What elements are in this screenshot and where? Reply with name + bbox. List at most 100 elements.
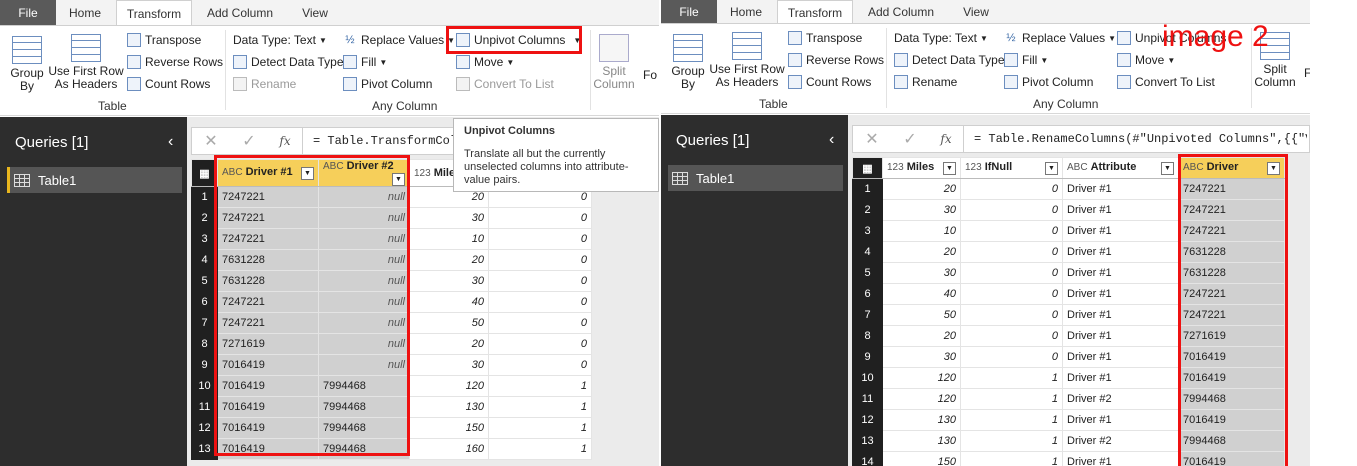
transpose-button[interactable]: Transpose bbox=[127, 33, 201, 47]
detect-data-type-button[interactable]: Detect Data Type bbox=[233, 55, 344, 69]
rename-button[interactable]: Rename bbox=[894, 75, 957, 89]
pivot-column-button[interactable]: Pivot Column bbox=[1004, 75, 1093, 89]
fill-button[interactable]: Fill ▼ bbox=[343, 55, 387, 69]
table-cell[interactable]: Driver #1 bbox=[1062, 325, 1179, 347]
transpose-button[interactable]: Transpose bbox=[788, 31, 862, 45]
table-cell[interactable]: 20 bbox=[882, 241, 961, 263]
query-item-table1[interactable]: Table1 bbox=[7, 167, 182, 193]
table-cell[interactable]: 150 bbox=[882, 451, 961, 466]
table-cell[interactable]: 1 bbox=[960, 430, 1063, 452]
filter-dropdown-icon[interactable]: ▼ bbox=[943, 162, 956, 175]
table-cell[interactable]: 40 bbox=[409, 291, 489, 313]
table-cell[interactable]: 30 bbox=[409, 354, 489, 376]
table-cell[interactable]: Driver #1 bbox=[1062, 178, 1179, 200]
pivot-column-button[interactable]: Pivot Column bbox=[343, 77, 432, 91]
table-cell[interactable]: 30 bbox=[409, 270, 489, 292]
split-column-button[interactable]: Split Column bbox=[592, 34, 636, 91]
reverse-rows-button[interactable]: Reverse Rows bbox=[788, 53, 884, 67]
table-cell[interactable]: 0 bbox=[960, 346, 1063, 368]
table-cell[interactable]: Driver #1 bbox=[1062, 409, 1179, 431]
table-cell[interactable]: 0 bbox=[960, 241, 1063, 263]
table-cell[interactable]: 0 bbox=[488, 333, 592, 355]
table-cell[interactable]: Driver #1 bbox=[1062, 199, 1179, 221]
table-cell[interactable]: 20 bbox=[882, 178, 961, 200]
table-cell[interactable]: Driver #1 bbox=[1062, 241, 1179, 263]
count-rows-button[interactable]: Count Rows bbox=[788, 75, 871, 89]
query-item-table1[interactable]: Table1 bbox=[668, 165, 843, 191]
file-menu[interactable]: File bbox=[0, 0, 56, 25]
table-menu-icon[interactable]: ▦ bbox=[852, 157, 883, 179]
table-cell[interactable]: 0 bbox=[488, 249, 592, 271]
table-cell[interactable]: 0 bbox=[488, 270, 592, 292]
table-cell[interactable]: 1 bbox=[488, 438, 592, 460]
format-button[interactable]: F bbox=[1304, 66, 1310, 80]
tab-transform[interactable]: Transform bbox=[777, 0, 853, 24]
filter-dropdown-icon[interactable]: ▼ bbox=[1161, 162, 1174, 175]
group-by-button[interactable]: Group By bbox=[667, 34, 709, 91]
table-cell[interactable]: 30 bbox=[882, 346, 961, 368]
confirm-icon[interactable]: ✓ bbox=[891, 129, 929, 149]
tab-transform[interactable]: Transform bbox=[116, 0, 192, 26]
detect-data-type-button[interactable]: Detect Data Type bbox=[894, 53, 1005, 67]
table-cell[interactable]: Driver #2 bbox=[1062, 388, 1179, 410]
table-cell[interactable]: 1 bbox=[488, 375, 592, 397]
replace-values-button[interactable]: ½ Replace Values ▼ bbox=[343, 33, 455, 47]
table-cell[interactable]: 20 bbox=[409, 333, 489, 355]
column-header[interactable]: 123 Miles ▼ bbox=[882, 157, 961, 179]
tab-add-column[interactable]: Add Column bbox=[857, 0, 945, 23]
table-cell[interactable]: 0 bbox=[488, 354, 592, 376]
cancel-icon[interactable]: ✕ bbox=[853, 129, 891, 149]
table-cell[interactable]: Driver #1 bbox=[1062, 367, 1179, 389]
tab-home[interactable]: Home bbox=[719, 0, 773, 23]
table-cell[interactable]: Driver #1 bbox=[1062, 220, 1179, 242]
table-cell[interactable]: Driver #1 bbox=[1062, 451, 1179, 466]
table-cell[interactable]: 120 bbox=[882, 367, 961, 389]
table-cell[interactable]: 0 bbox=[960, 178, 1063, 200]
table-cell[interactable]: 1 bbox=[488, 417, 592, 439]
fill-button[interactable]: Fill ▼ bbox=[1004, 53, 1048, 67]
count-rows-button[interactable]: Count Rows bbox=[127, 77, 210, 91]
table-cell[interactable]: 10 bbox=[409, 228, 489, 250]
table-cell[interactable]: 1 bbox=[960, 409, 1063, 431]
tab-view[interactable]: View bbox=[951, 0, 1001, 23]
table-cell[interactable]: 40 bbox=[882, 283, 961, 305]
data-type-dropdown[interactable]: Data Type: Text ▼ bbox=[233, 33, 327, 47]
table-cell[interactable]: 0 bbox=[960, 262, 1063, 284]
tab-home[interactable]: Home bbox=[58, 0, 112, 25]
use-first-row-button[interactable]: Use First Row As Headers bbox=[48, 34, 124, 91]
table-cell[interactable]: 30 bbox=[882, 262, 961, 284]
table-cell[interactable]: 130 bbox=[409, 396, 489, 418]
fx-icon[interactable]: fx bbox=[268, 134, 302, 148]
replace-values-button[interactable]: ½ Replace Values ▼ bbox=[1004, 31, 1116, 45]
table-cell[interactable]: Driver #1 bbox=[1062, 346, 1179, 368]
use-first-row-button[interactable]: Use First Row As Headers bbox=[709, 32, 785, 89]
collapse-chevron-icon[interactable]: ‹ bbox=[829, 131, 834, 149]
table-cell[interactable]: 30 bbox=[409, 207, 489, 229]
table-cell[interactable]: 1 bbox=[960, 451, 1063, 466]
table-cell[interactable]: 150 bbox=[409, 417, 489, 439]
tab-view[interactable]: View bbox=[290, 0, 340, 25]
rename-button[interactable]: Rename bbox=[233, 77, 296, 91]
collapse-chevron-icon[interactable]: ‹ bbox=[168, 133, 173, 151]
table-cell[interactable]: 1 bbox=[960, 367, 1063, 389]
table-cell[interactable]: 160 bbox=[409, 438, 489, 460]
table-cell[interactable]: 20 bbox=[409, 249, 489, 271]
table-cell[interactable]: 0 bbox=[960, 325, 1063, 347]
table-cell[interactable]: 0 bbox=[960, 199, 1063, 221]
reverse-rows-button[interactable]: Reverse Rows bbox=[127, 55, 223, 69]
convert-to-list-button[interactable]: Convert To List bbox=[1117, 75, 1215, 89]
table-cell[interactable]: Driver #1 bbox=[1062, 304, 1179, 326]
table-cell[interactable]: 10 bbox=[882, 220, 961, 242]
table-cell[interactable]: 0 bbox=[960, 283, 1063, 305]
table-cell[interactable]: Driver #1 bbox=[1062, 262, 1179, 284]
convert-to-list-button[interactable]: Convert To List bbox=[456, 77, 554, 91]
table-cell[interactable]: 0 bbox=[488, 228, 592, 250]
table-cell[interactable]: 1 bbox=[960, 388, 1063, 410]
table-cell[interactable]: 0 bbox=[960, 304, 1063, 326]
formula-input[interactable]: = Table.RenameColumns(#"Unpivoted Column… bbox=[963, 126, 1307, 152]
column-header[interactable]: ABC Attribute ▼ bbox=[1062, 157, 1179, 179]
table-cell[interactable]: 120 bbox=[409, 375, 489, 397]
table-cell[interactable]: 120 bbox=[882, 388, 961, 410]
table-cell[interactable]: 1 bbox=[488, 396, 592, 418]
table-cell[interactable]: 0 bbox=[488, 291, 592, 313]
